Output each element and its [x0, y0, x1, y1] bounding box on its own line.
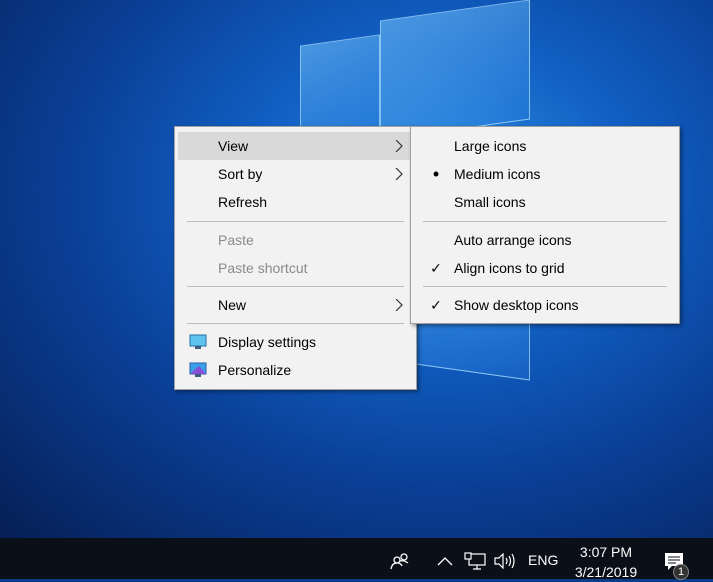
menu-item-label: Paste	[218, 232, 254, 248]
people-icon[interactable]	[390, 552, 410, 570]
menu-separator	[187, 286, 404, 287]
menu-item-label: Refresh	[218, 194, 268, 210]
language-indicator[interactable]: ENG	[528, 552, 558, 568]
menu-item-paste-shortcut[interactable]: Paste shortcut	[178, 254, 413, 282]
clock[interactable]: 3:07 PM 3/21/2019	[566, 542, 646, 582]
display-icon	[189, 334, 207, 349]
menu-item-label: Paste shortcut	[218, 260, 308, 276]
submenu-item-align-to-grid[interactable]: ✓ Align icons to grid	[414, 254, 676, 282]
view-submenu: Large icons • Medium icons Small icons Au…	[410, 126, 680, 324]
menu-item-paste[interactable]: Paste	[178, 226, 413, 254]
menu-item-label: New	[218, 297, 247, 313]
menu-separator	[423, 286, 667, 287]
menu-separator	[423, 221, 667, 222]
taskbar: ENG 3:07 PM 3/21/2019 1	[0, 538, 713, 582]
volume-icon[interactable]	[494, 553, 516, 569]
chevron-right-icon	[395, 140, 403, 152]
checkmark-icon: ✓	[430, 297, 442, 313]
personalize-icon	[189, 362, 207, 377]
bullet-icon: •	[432, 164, 440, 184]
submenu-item-auto-arrange[interactable]: Auto arrange icons	[414, 226, 676, 254]
submenu-item-small-icons[interactable]: Small icons	[414, 188, 676, 216]
menu-item-label: Display settings	[218, 334, 317, 350]
menu-item-new[interactable]: New	[178, 291, 413, 319]
menu-item-label: View	[218, 138, 249, 154]
submenu-item-large-icons[interactable]: Large icons	[414, 132, 676, 160]
submenu-item-label: Small icons	[454, 194, 526, 210]
network-icon[interactable]	[464, 552, 486, 572]
checkmark-icon: ✓	[430, 260, 442, 276]
menu-item-view[interactable]: View	[178, 132, 413, 160]
notification-badge: 1	[673, 564, 689, 580]
menu-item-sort-by[interactable]: Sort by	[178, 160, 413, 188]
submenu-item-show-desktop-icons[interactable]: ✓ Show desktop icons	[414, 291, 676, 319]
menu-item-display-settings[interactable]: Display settings	[178, 328, 413, 356]
submenu-item-label: Align icons to grid	[454, 260, 565, 276]
submenu-item-label: Show desktop icons	[454, 297, 579, 313]
chevron-up-icon[interactable]	[437, 556, 453, 566]
menu-item-label: Sort by	[218, 166, 263, 182]
menu-separator	[187, 221, 404, 222]
menu-item-personalize[interactable]: Personalize	[178, 356, 413, 384]
menu-item-label: Personalize	[218, 362, 292, 378]
chevron-right-icon	[395, 168, 403, 180]
menu-separator	[187, 323, 404, 324]
clock-date: 3/21/2019	[574, 564, 638, 580]
submenu-item-medium-icons[interactable]: • Medium icons	[414, 160, 676, 188]
menu-item-refresh[interactable]: Refresh	[178, 188, 413, 216]
submenu-item-label: Auto arrange icons	[454, 232, 572, 248]
submenu-item-label: Medium icons	[454, 166, 541, 182]
clock-time: 3:07 PM	[579, 544, 633, 560]
windows-logo-pane	[380, 0, 530, 141]
desktop-context-menu: View Sort by Refresh Paste Paste shortcu…	[174, 126, 417, 390]
submenu-item-label: Large icons	[454, 138, 527, 154]
chevron-right-icon	[395, 299, 403, 311]
